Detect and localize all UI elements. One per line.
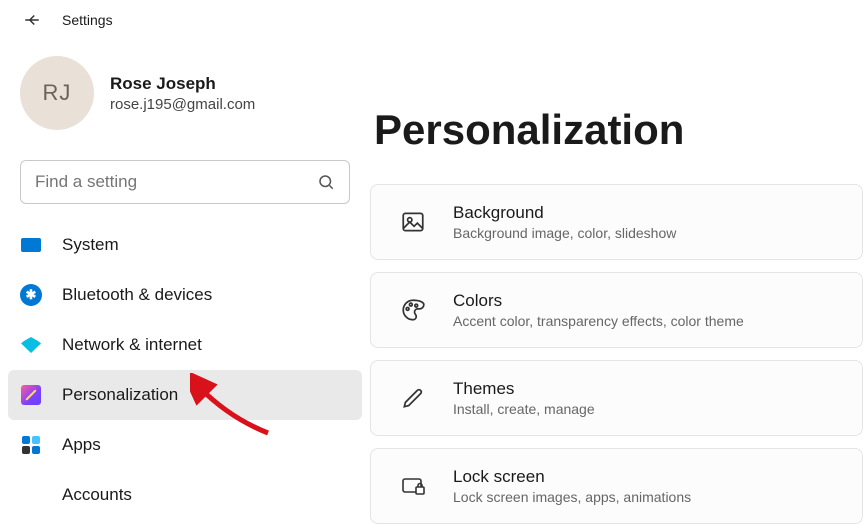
card-list: Background Background image, color, slid… — [370, 184, 863, 524]
card-background[interactable]: Background Background image, color, slid… — [370, 184, 863, 260]
page-title: Personalization — [370, 106, 863, 154]
system-icon — [20, 234, 42, 256]
back-button[interactable] — [22, 10, 42, 30]
sidebar-item-label: Apps — [62, 435, 101, 455]
sidebar-item-label: System — [62, 235, 119, 255]
avatar: RJ — [20, 56, 94, 130]
sidebar-item-label: Accounts — [62, 485, 132, 505]
card-colors[interactable]: Colors Accent color, transparency effect… — [370, 272, 863, 348]
content-area: Personalization Background Background im… — [370, 38, 863, 524]
bluetooth-icon: ✱ — [20, 284, 42, 306]
card-subtitle: Accent color, transparency effects, colo… — [453, 313, 744, 329]
apps-icon — [20, 434, 42, 456]
sidebar-item-network[interactable]: Network & internet — [8, 320, 362, 370]
background-icon — [399, 208, 427, 236]
sidebar-item-label: Network & internet — [62, 335, 202, 355]
network-icon — [20, 334, 42, 356]
accounts-icon — [20, 484, 42, 506]
sidebar-item-bluetooth[interactable]: ✱ Bluetooth & devices — [8, 270, 362, 320]
topbar: Settings — [0, 0, 863, 38]
card-title: Background — [453, 203, 676, 223]
lockscreen-icon — [399, 472, 427, 500]
card-title: Themes — [453, 379, 595, 399]
card-title: Lock screen — [453, 467, 691, 487]
nav-list: System ✱ Bluetooth & devices Network & i… — [8, 220, 362, 520]
sidebar-item-label: Personalization — [62, 385, 178, 405]
personalization-icon — [20, 384, 42, 406]
search-icon — [317, 173, 335, 191]
sidebar-item-label: Bluetooth & devices — [62, 285, 212, 305]
card-subtitle: Background image, color, slideshow — [453, 225, 676, 241]
themes-icon — [399, 384, 427, 412]
back-arrow-icon — [23, 11, 41, 29]
sidebar-item-accounts[interactable]: Accounts — [8, 470, 362, 520]
card-subtitle: Lock screen images, apps, animations — [453, 489, 691, 505]
search-input[interactable] — [35, 172, 317, 192]
card-title: Colors — [453, 291, 744, 311]
profile-block[interactable]: RJ Rose Joseph rose.j195@gmail.com — [8, 56, 362, 154]
sidebar: RJ Rose Joseph rose.j195@gmail.com Syste… — [0, 38, 370, 524]
profile-email: rose.j195@gmail.com — [110, 96, 255, 113]
card-themes[interactable]: Themes Install, create, manage — [370, 360, 863, 436]
card-subtitle: Install, create, manage — [453, 401, 595, 417]
card-lockscreen[interactable]: Lock screen Lock screen images, apps, an… — [370, 448, 863, 524]
search-box[interactable] — [20, 160, 350, 204]
sidebar-item-personalization[interactable]: Personalization — [8, 370, 362, 420]
colors-icon — [399, 296, 427, 324]
profile-name: Rose Joseph — [110, 74, 255, 94]
sidebar-item-system[interactable]: System — [8, 220, 362, 270]
sidebar-item-apps[interactable]: Apps — [8, 420, 362, 470]
app-title: Settings — [62, 12, 113, 28]
